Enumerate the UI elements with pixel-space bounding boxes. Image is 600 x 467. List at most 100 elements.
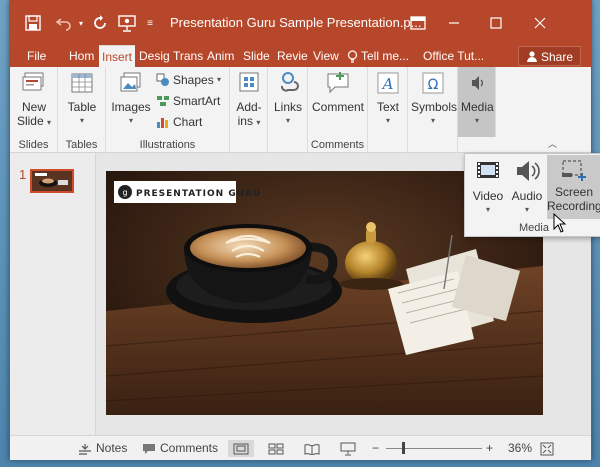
- shapes-label: Shapes: [173, 73, 214, 87]
- normal-view-button[interactable]: [228, 440, 254, 457]
- comment-icon: [325, 70, 351, 96]
- chevron-down-icon: ▾: [47, 118, 52, 127]
- svg-text:g: g: [122, 188, 127, 197]
- add-ins-button[interactable]: Add- ins ▾: [234, 70, 264, 130]
- svg-text:Ω: Ω: [428, 77, 439, 93]
- table-icon: [69, 70, 95, 96]
- tab-transitions[interactable]: Trans: [170, 45, 206, 67]
- reading-view-button[interactable]: [304, 440, 320, 457]
- slide-thumbnail[interactable]: [30, 169, 74, 193]
- tell-me-box[interactable]: Tell me...: [344, 45, 412, 67]
- slide-sorter-button[interactable]: [268, 440, 284, 457]
- fit-slide-button[interactable]: [540, 440, 554, 457]
- slide-show-button[interactable]: [340, 440, 356, 457]
- close-button[interactable]: [520, 9, 560, 37]
- customize-toolbar-icon[interactable]: ≡: [144, 13, 156, 33]
- media-dropdown-panel: Video ▾ Audio ▾ Screen Recording Media: [464, 153, 600, 237]
- tab-slide-show[interactable]: Slide: [240, 45, 273, 67]
- audio-button[interactable]: Audio ▾: [509, 157, 545, 217]
- share-button[interactable]: Share: [517, 46, 581, 66]
- tab-home[interactable]: Hom: [66, 45, 97, 67]
- title-bar: ▾ ≡ Presentation Guru Sample Presentatio…: [10, 1, 591, 45]
- fit-to-window-icon: [540, 442, 554, 455]
- redo-icon[interactable]: [90, 13, 110, 33]
- text-button[interactable]: A Text ▾: [373, 70, 403, 128]
- slide-logo-text: PRESENTATION GURU: [136, 189, 261, 199]
- undo-icon[interactable]: [54, 13, 74, 33]
- tab-view[interactable]: View: [310, 45, 342, 67]
- images-icon: [118, 70, 144, 96]
- screen-recording-label-1: Screen: [554, 185, 594, 199]
- add-ins-icon: [236, 70, 262, 96]
- present-from-start-icon[interactable]: [116, 13, 138, 33]
- media-label: Media: [461, 100, 494, 114]
- comments-button[interactable]: Comments: [142, 440, 218, 457]
- new-slide-icon: [21, 70, 47, 96]
- add-ins-label-1: Add-: [236, 100, 262, 114]
- group-label-illustrations: Illustrations: [139, 139, 196, 151]
- notes-icon: [79, 443, 91, 455]
- notes-button[interactable]: Notes: [78, 440, 127, 457]
- group-tables: Table ▾ Tables: [58, 67, 106, 153]
- group-addins: Add- ins ▾: [230, 67, 268, 153]
- comments-icon: [143, 443, 155, 454]
- group-links: Links ▾: [268, 67, 308, 153]
- zoom-level[interactable]: 36%: [508, 440, 532, 457]
- tab-file[interactable]: File: [24, 45, 49, 67]
- tab-animations[interactable]: Anim: [204, 45, 237, 67]
- powerpoint-window: ▾ ≡ Presentation Guru Sample Presentatio…: [9, 0, 600, 460]
- comment-button[interactable]: Comment: [312, 70, 364, 114]
- tell-me-label: Tell me...: [361, 49, 410, 63]
- chevron-down-icon: ▾: [256, 118, 261, 127]
- symbols-button[interactable]: Ω Symbols ▾: [411, 70, 458, 128]
- chevron-down-icon: ▾: [285, 116, 290, 125]
- status-bar: Notes Comments − + 36%: [10, 435, 591, 460]
- group-slides: New Slide ▾ Slides: [10, 67, 58, 153]
- svg-text:A: A: [381, 75, 394, 93]
- chart-icon: [156, 115, 170, 129]
- maximize-button[interactable]: [476, 9, 516, 37]
- chevron-down-icon: ▾: [217, 75, 222, 84]
- video-label: Video: [472, 189, 504, 203]
- screen-recording-button[interactable]: Screen Recording: [547, 155, 600, 219]
- speaker-icon: [464, 70, 490, 96]
- images-button[interactable]: Images ▾: [110, 70, 152, 128]
- video-button[interactable]: Video ▾: [469, 157, 507, 217]
- new-slide-button[interactable]: New Slide ▾: [15, 70, 53, 130]
- symbols-label: Symbols: [411, 100, 458, 114]
- slide-thumbnail-image: [32, 171, 72, 191]
- tab-insert[interactable]: Insert: [99, 45, 136, 67]
- ribbon-display-options-icon[interactable]: [408, 13, 428, 33]
- zoom-slider-thumb[interactable]: [402, 442, 406, 454]
- text-icon: A: [375, 70, 401, 96]
- undo-dropdown-icon[interactable]: ▾: [76, 13, 86, 33]
- chart-button[interactable]: Chart: [156, 113, 202, 131]
- mouse-cursor-icon: [553, 213, 567, 233]
- shapes-button[interactable]: Shapes ▾: [156, 71, 221, 89]
- collapse-ribbon-icon[interactable]: ︿: [548, 137, 557, 150]
- zoom-out-button[interactable]: −: [372, 440, 379, 457]
- save-icon[interactable]: [24, 13, 42, 33]
- chart-label: Chart: [173, 115, 203, 129]
- chevron-down-icon: ▾: [430, 116, 435, 125]
- tab-office-tutorials[interactable]: Office Tut...: [420, 45, 487, 67]
- tab-design[interactable]: Desig: [136, 45, 173, 67]
- smartart-button[interactable]: SmartArt: [156, 92, 220, 110]
- group-label-comments: Comments: [310, 139, 365, 151]
- tab-review[interactable]: Revie: [274, 45, 311, 67]
- group-illustrations: Images ▾ Shapes ▾ SmartArt Chart Illustr…: [106, 67, 230, 153]
- window-title: Presentation Guru Sample Presentation.p.…: [170, 15, 422, 30]
- zoom-slider[interactable]: [386, 442, 482, 454]
- chevron-down-icon: ▾: [474, 116, 479, 125]
- table-button[interactable]: Table ▾: [64, 70, 100, 128]
- chevron-down-icon: ▾: [385, 116, 390, 125]
- person-icon: [526, 51, 537, 62]
- audio-label: Audio: [511, 189, 543, 203]
- lightbulb-icon: [347, 49, 358, 63]
- add-ins-label-2: ins: [237, 114, 253, 128]
- slides-pane: [10, 153, 96, 435]
- zoom-in-button[interactable]: +: [486, 440, 493, 457]
- minimize-button[interactable]: [434, 9, 474, 37]
- links-button[interactable]: Links ▾: [272, 70, 304, 128]
- media-button[interactable]: Media ▾: [461, 70, 494, 128]
